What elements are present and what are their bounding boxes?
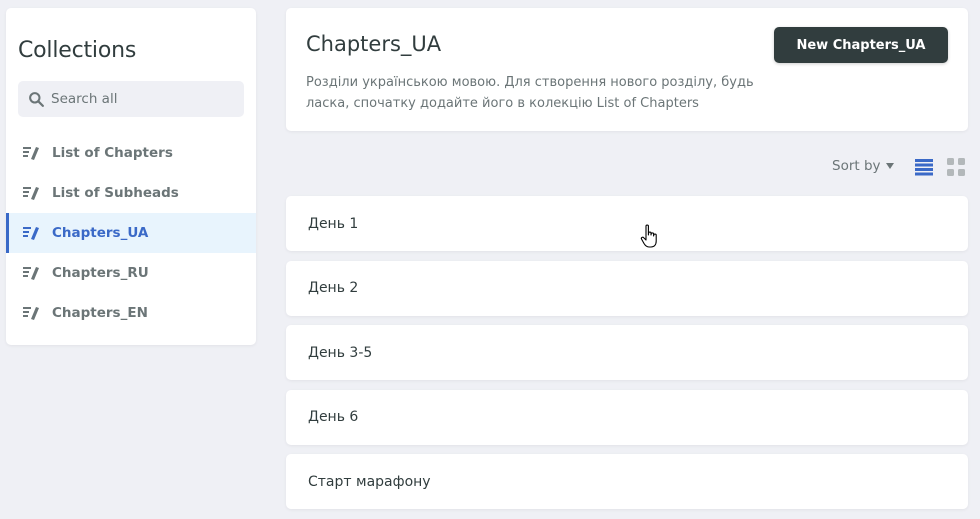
list-view-icon[interactable] <box>914 158 934 176</box>
sort-by-dropdown[interactable]: Sort by <box>832 158 894 174</box>
entry-title: Старт марафону <box>308 473 431 490</box>
collection-edit-icon <box>23 187 39 200</box>
entry-title: День 3-5 <box>308 344 373 361</box>
entry-title: День 2 <box>308 280 359 296</box>
caret-down-icon <box>885 163 894 169</box>
search-input[interactable] <box>51 91 241 107</box>
entry-title: День 6 <box>308 409 359 425</box>
sidebar-title: Collections <box>18 38 137 63</box>
grid-view-icon[interactable] <box>946 158 966 176</box>
collections-list: List of Chapters List of Subheads Chapte… <box>6 133 256 333</box>
sidebar-item-list-of-chapters[interactable]: List of Chapters <box>6 133 256 173</box>
collection-edit-icon <box>23 267 39 280</box>
entry-card[interactable]: День 2 <box>286 260 968 316</box>
entry-card[interactable]: День 1 <box>286 196 968 251</box>
sidebar-item-label: Chapters_RU <box>52 265 149 281</box>
page-title: Chapters_UA <box>306 32 442 56</box>
new-entry-button[interactable]: New Chapters_UA <box>774 27 948 63</box>
sidebar-item-label: Chapters_UA <box>52 225 149 241</box>
sidebar-item-label: Chapters_EN <box>52 305 148 321</box>
search-icon <box>29 91 44 107</box>
collection-edit-icon <box>23 307 39 320</box>
collection-header: Chapters_UA Розділи українською мовою. Д… <box>286 8 968 131</box>
sort-by-label: Sort by <box>832 158 881 174</box>
collection-edit-icon <box>23 227 39 240</box>
sidebar-item-list-of-subheads[interactable]: List of Subheads <box>6 173 256 213</box>
sidebar-item-label: List of Chapters <box>52 145 173 161</box>
hand-pointer-icon <box>640 224 657 248</box>
entry-card[interactable]: День 3-5 <box>286 325 968 380</box>
entry-title: День 1 <box>308 215 359 232</box>
sidebar-item-chapters-ua[interactable]: Chapters_UA <box>6 213 256 253</box>
sidebar-item-chapters-ru[interactable]: Chapters_RU <box>6 253 256 293</box>
collection-description: Розділи українською мовою. Для створення… <box>306 75 754 111</box>
search-box[interactable] <box>18 81 244 117</box>
sidebar-item-chapters-en[interactable]: Chapters_EN <box>6 293 256 333</box>
entry-card[interactable]: День 6 <box>286 389 968 445</box>
collection-edit-icon <box>23 147 39 160</box>
sidebar-item-label: List of Subheads <box>52 185 179 201</box>
entries-list: День 1 День 2 День 3-5 День 6 Старт мара… <box>286 196 968 519</box>
collections-sidebar: Collections List of Chapters List o <box>6 8 256 345</box>
entry-card[interactable]: Старт марафону <box>286 454 968 509</box>
